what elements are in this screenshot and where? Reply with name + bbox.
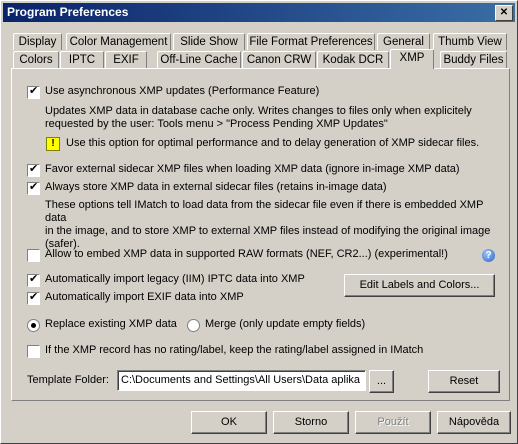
cancel-label: Storno	[294, 416, 328, 428]
always-sidecar-checkbox[interactable]	[27, 180, 40, 195]
tab-slide-show[interactable]: Slide Show	[173, 33, 245, 50]
async-desc-line-1: Updates XMP data in database cache only.…	[45, 105, 472, 117]
help-button[interactable]: Nápověda	[437, 411, 511, 434]
browse-folder-button[interactable]: ...	[369, 370, 394, 393]
sidecar-desc-line-1: These options tell IMatch to load data f…	[45, 199, 484, 224]
tab-file-format-preferences[interactable]: File Format Preferences	[247, 33, 375, 50]
tab-exif[interactable]: EXIF	[105, 51, 147, 68]
reset-button[interactable]: Reset	[428, 370, 500, 393]
cancel-button[interactable]: Storno	[273, 411, 349, 434]
tab-colors[interactable]: Colors	[13, 51, 59, 68]
import-exif-checkbox[interactable]	[27, 290, 40, 305]
replace-xmp-label: Replace existing XMP data	[45, 318, 177, 330]
tab-xmp[interactable]: XMP	[390, 49, 434, 69]
favor-sidecar-label: Favor external sidecar XMP files when lo…	[45, 163, 460, 175]
always-sidecar-label: Always store XMP data in external sideca…	[45, 181, 387, 193]
sidecar-description: These options tell IMatch to load data f…	[45, 199, 505, 251]
async-xmp-description: Updates XMP data in database cache only.…	[45, 105, 505, 131]
ok-button[interactable]: OK	[191, 411, 267, 434]
keep-rating-checkbox[interactable]	[27, 345, 40, 358]
tab-color-management[interactable]: Color Management	[66, 33, 171, 50]
async-xmp-checkbox[interactable]	[27, 84, 40, 99]
keep-rating-label: If the XMP record has no rating/label, k…	[45, 344, 424, 356]
window-title: Program Preferences	[7, 5, 129, 19]
edit-labels-colors-button[interactable]: Edit Labels and Colors...	[344, 274, 495, 297]
title-bar: Program Preferences ✕	[3, 3, 515, 22]
merge-xmp-radio[interactable]	[187, 319, 200, 332]
tab-buddy-files[interactable]: Buddy Files	[440, 51, 507, 68]
warning-icon: !	[46, 137, 60, 151]
close-button[interactable]: ✕	[495, 5, 513, 21]
apply-label: Použít	[377, 416, 409, 428]
help-icon[interactable]: ?	[482, 249, 495, 262]
embed-raw-checkbox[interactable]	[27, 249, 40, 262]
async-xmp-warning: Use this option for optimal performance …	[66, 137, 480, 149]
browse-folder-label: ...	[376, 375, 387, 387]
tab-iptc[interactable]: IPTC	[60, 51, 104, 68]
import-exif-label: Automatically import EXIF data into XMP	[45, 291, 244, 303]
ok-label: OK	[221, 416, 237, 428]
edit-labels-colors-label: Edit Labels and Colors...	[359, 279, 480, 291]
import-iptc-checkbox[interactable]	[27, 272, 40, 287]
favor-sidecar-checkbox[interactable]	[27, 162, 40, 177]
tab-general[interactable]: General	[377, 33, 430, 50]
apply-button[interactable]: Použít	[355, 411, 431, 434]
tab-offline-cache[interactable]: Off-Line Cache	[157, 51, 241, 68]
sidecar-desc-line-2: in the image, and to store XMP to extern…	[45, 225, 491, 237]
template-folder-field[interactable]	[117, 370, 366, 391]
xmp-panel: Use asynchronous XMP updates (Performanc…	[11, 68, 510, 401]
template-folder-input[interactable]	[118, 371, 365, 389]
reset-label: Reset	[449, 375, 479, 387]
async-xmp-label: Use asynchronous XMP updates (Performanc…	[45, 85, 320, 97]
template-folder-label: Template Folder:	[27, 374, 109, 386]
merge-xmp-label: Merge (only update empty fields)	[205, 318, 366, 330]
help-label: Nápověda	[448, 416, 500, 428]
embed-raw-label: Allow to embed XMP data in supported RAW…	[45, 248, 448, 260]
tab-canon-crw[interactable]: Canon CRW	[242, 51, 316, 68]
tab-thumb-view[interactable]: Thumb View	[433, 33, 507, 50]
close-icon: ✕	[499, 7, 509, 18]
tab-display[interactable]: Display	[13, 33, 62, 50]
preferences-window: Program Preferences ✕ Display Color Mana…	[0, 0, 518, 444]
import-iptc-label: Automatically import legacy (IIM) IPTC d…	[45, 273, 305, 285]
async-desc-line-2: requested by the user: Tools menu > "Pro…	[45, 118, 388, 130]
tab-kodak-dcr[interactable]: Kodak DCR	[317, 51, 389, 68]
replace-xmp-radio[interactable]	[27, 319, 40, 332]
